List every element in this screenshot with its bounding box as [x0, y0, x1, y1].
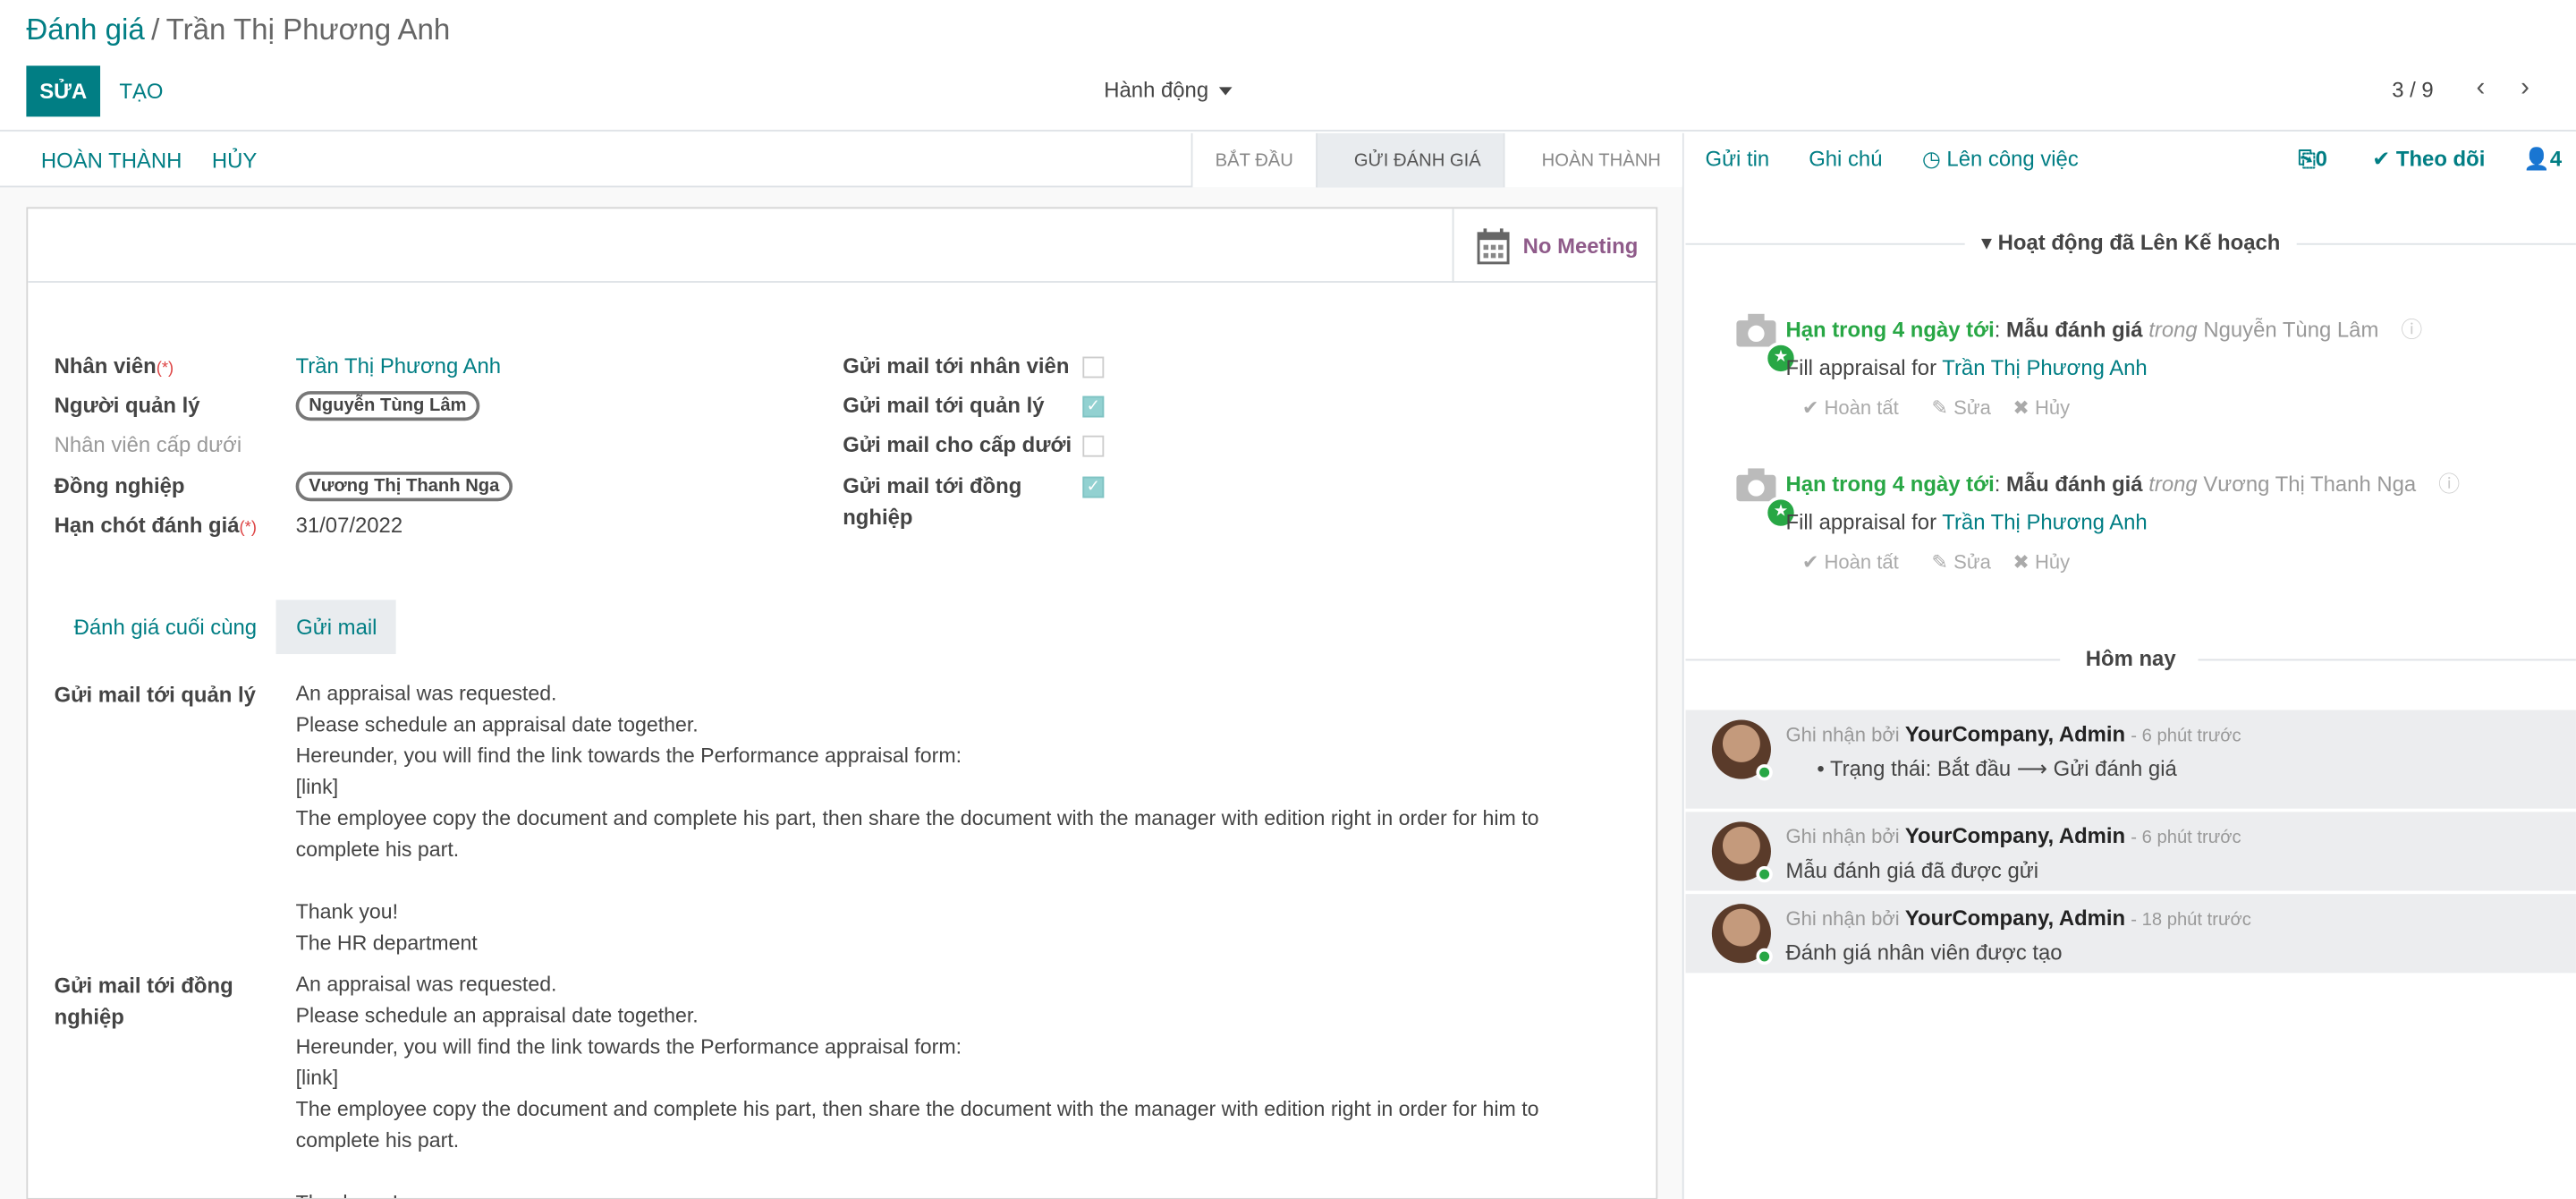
message-author[interactable]: YourCompany, Admin: [1905, 721, 2125, 746]
cancel-activity-button[interactable]: ✖ Hủy: [2012, 396, 2070, 420]
employee-label: Nhân viên(*): [54, 353, 174, 378]
required-mark: (*): [156, 360, 174, 378]
mail-manager-checkbox[interactable]: ✓: [1082, 395, 1105, 418]
activity-user: Nguyễn Tùng Lâm: [2203, 317, 2379, 343]
message-time: - 6 phút trước: [2131, 726, 2241, 746]
done-button[interactable]: HOÀN THÀNH: [41, 148, 182, 173]
user-icon: 👤: [2523, 146, 2550, 172]
calendar-icon: [1477, 227, 1510, 264]
colleague-label: Đồng nghiệp: [54, 472, 185, 498]
mark-done-button[interactable]: ✔ Hoàn tất: [1802, 550, 1899, 574]
breadcrumb-separator: /: [151, 13, 160, 47]
activity-link[interactable]: Trần Thị Phương Anh: [1942, 509, 2147, 534]
form-statusbar: HOÀN THÀNH HỦY BẮT ĐẦU GỬI ĐÁNH GIÁ HOÀN…: [0, 132, 1682, 188]
mail-manager-label: Gửi mail tới quản lý: [843, 392, 1045, 418]
cancel-activity-button[interactable]: ✖ Hủy: [2012, 550, 2070, 574]
pager-value[interactable]: 3 / 9: [2392, 77, 2433, 102]
mail-colleague-checkbox[interactable]: ✓: [1082, 476, 1105, 498]
mail-employee-checkbox[interactable]: [1082, 356, 1105, 378]
create-button[interactable]: TẠO: [108, 65, 174, 116]
caret-down-icon: ▾: [1981, 230, 1992, 255]
manager-label: Người quản lý: [54, 392, 200, 418]
employee-field[interactable]: Trần Thị Phương Anh: [296, 353, 501, 378]
breadcrumb: Đánh giá / Trần Thị Phương Anh: [26, 13, 450, 48]
message-time: - 6 phút trước: [2131, 828, 2241, 848]
info-icon[interactable]: ⓘ: [2438, 472, 2460, 497]
deadline-label: Hạn chót đánh giá(*): [54, 513, 257, 538]
required-mark: (*): [239, 519, 257, 538]
tab-send-mail[interactable]: Gửi mail: [276, 600, 397, 655]
paperclip-icon: ⎘: [2298, 146, 2316, 172]
edit-button[interactable]: SỬA: [26, 65, 101, 117]
breadcrumb-root[interactable]: Đánh giá: [26, 13, 144, 47]
tab-final-evaluation[interactable]: Đánh giá cuối cùng: [55, 600, 277, 654]
info-icon[interactable]: ⓘ: [2401, 317, 2422, 342]
mail-colleague-label: Gửi mail tới đồng nghiệp: [843, 472, 1022, 530]
clock-icon: ◷: [1921, 146, 1941, 172]
activity-summary: Mẫu đánh giá: [2006, 317, 2143, 343]
mail-manager-body-label: Gửi mail tới quản lý: [54, 682, 256, 707]
camera-icon: [1736, 468, 1776, 502]
breadcrumb-current: Trần Thị Phương Anh: [165, 13, 451, 47]
mail-manager-body[interactable]: An appraisal was requested. Please schedu…: [296, 679, 1594, 960]
actions-dropdown[interactable]: Hành động: [1104, 77, 1232, 102]
chevron-right-icon[interactable]: ›: [2512, 72, 2538, 106]
mail-colleague-body-label: Gửi mail tới đồng nghiệp: [54, 973, 233, 1029]
mail-sub-label: Gửi mail cho cấp dưới: [843, 432, 1072, 457]
control-panel: Đánh giá / Trần Thị Phương Anh SỬA TẠO Hàn…: [0, 0, 2576, 132]
cancel-button[interactable]: HỦY: [212, 148, 257, 173]
mail-sub-checkbox[interactable]: [1082, 435, 1105, 457]
message-author[interactable]: YourCompany, Admin: [1905, 906, 2125, 931]
caret-down-icon: [1218, 87, 1232, 96]
activity-user: Vương Thị Thanh Nga: [2203, 472, 2417, 497]
activity-summary: Mẫu đánh giá: [2006, 472, 2143, 497]
actions-label: Hành động: [1104, 77, 1209, 102]
check-icon: ✔: [2372, 146, 2391, 172]
chatter: Gửi tin Ghi chú ◷ Lên công việc ⎘0 ✔ The…: [1685, 132, 2576, 1199]
message-time: - 18 phút trước: [2131, 910, 2251, 931]
message-item: Ghi nhận bởi YourCompany, Admin - 18 phú…: [1685, 894, 2576, 974]
edit-activity-button[interactable]: ✎ Sửa: [1932, 550, 1991, 574]
mark-done-button[interactable]: ✔ Hoàn tất: [1802, 396, 1899, 420]
message-body: Đánh giá nhân viên được tạo: [1785, 940, 2063, 965]
message-body: Mẫu đánh giá đã được gửi: [1785, 857, 2039, 883]
deadline-field[interactable]: 31/07/2022: [296, 513, 403, 538]
camera-icon: [1736, 313, 1776, 347]
online-indicator: [1756, 764, 1773, 781]
send-message-button[interactable]: Gửi tin: [1705, 146, 1769, 171]
subordinate-label: Nhân viên cấp dưới: [54, 432, 242, 457]
colleague-tag[interactable]: Vương Thị Thanh Nga: [295, 472, 513, 502]
stage-start[interactable]: BẮT ĐẦU: [1191, 132, 1317, 188]
activity-due: Hạn trong 4 ngày tới: [1785, 472, 1995, 497]
attachment-button[interactable]: ⎘0: [2299, 146, 2327, 172]
button-box: No Meeting: [28, 208, 1657, 283]
online-indicator: [1756, 948, 1773, 965]
log-note-button[interactable]: Ghi chú: [1809, 146, 1882, 171]
meeting-label: No Meeting: [1522, 233, 1639, 259]
message-author[interactable]: YourCompany, Admin: [1905, 823, 2125, 848]
stage-sent[interactable]: GỬI ĐÁNH GIÁ: [1316, 132, 1504, 188]
stage-done[interactable]: HOÀN THÀNH: [1504, 132, 1682, 188]
activity-due: Hạn trong 4 ngày tới: [1785, 317, 1995, 343]
form-sheet: No Meeting Nhân viên(*) Trần Thị Phương …: [26, 207, 1658, 1199]
message-item: Ghi nhận bởi YourCompany, Admin - 6 phút…: [1685, 812, 2576, 891]
today-separator: Hôm nay: [1685, 646, 2576, 670]
follow-button[interactable]: ✔ Theo dõi: [2372, 146, 2485, 172]
message-body: Trạng thái: Bắt đầu ⟶ Gửi đánh giá: [1829, 755, 2177, 781]
schedule-activity-button[interactable]: ◷ Lên công việc: [1922, 146, 2079, 172]
message-item: Ghi nhận bởi YourCompany, Admin - 6 phút…: [1685, 710, 2576, 809]
manager-tag[interactable]: Nguyễn Tùng Lâm: [295, 391, 480, 421]
form-view: HOÀN THÀNH HỦY BẮT ĐẦU GỬI ĐÁNH GIÁ HOÀN…: [0, 132, 1684, 1199]
notebook-tabs: Đánh giá cuối cùng Gửi mail: [55, 600, 397, 655]
mail-employee-label: Gửi mail tới nhân viên: [843, 353, 1070, 378]
edit-activity-button[interactable]: ✎ Sửa: [1932, 396, 1991, 420]
chevron-left-icon[interactable]: ‹: [2468, 72, 2494, 106]
meeting-button[interactable]: No Meeting: [1452, 208, 1657, 283]
mail-colleague-body[interactable]: An appraisal was requested. Please schedu…: [296, 970, 1594, 1198]
planned-activities-header[interactable]: ▾ Hoạt động đã Lên Kế hoạch: [1685, 230, 2576, 256]
activity-link[interactable]: Trần Thị Phương Anh: [1942, 355, 2147, 380]
online-indicator: [1756, 865, 1773, 883]
stage-bar: BẮT ĐẦU GỬI ĐÁNH GIÁ HOÀN THÀNH: [1191, 132, 1682, 188]
followers-button[interactable]: 👤4: [2523, 146, 2562, 172]
